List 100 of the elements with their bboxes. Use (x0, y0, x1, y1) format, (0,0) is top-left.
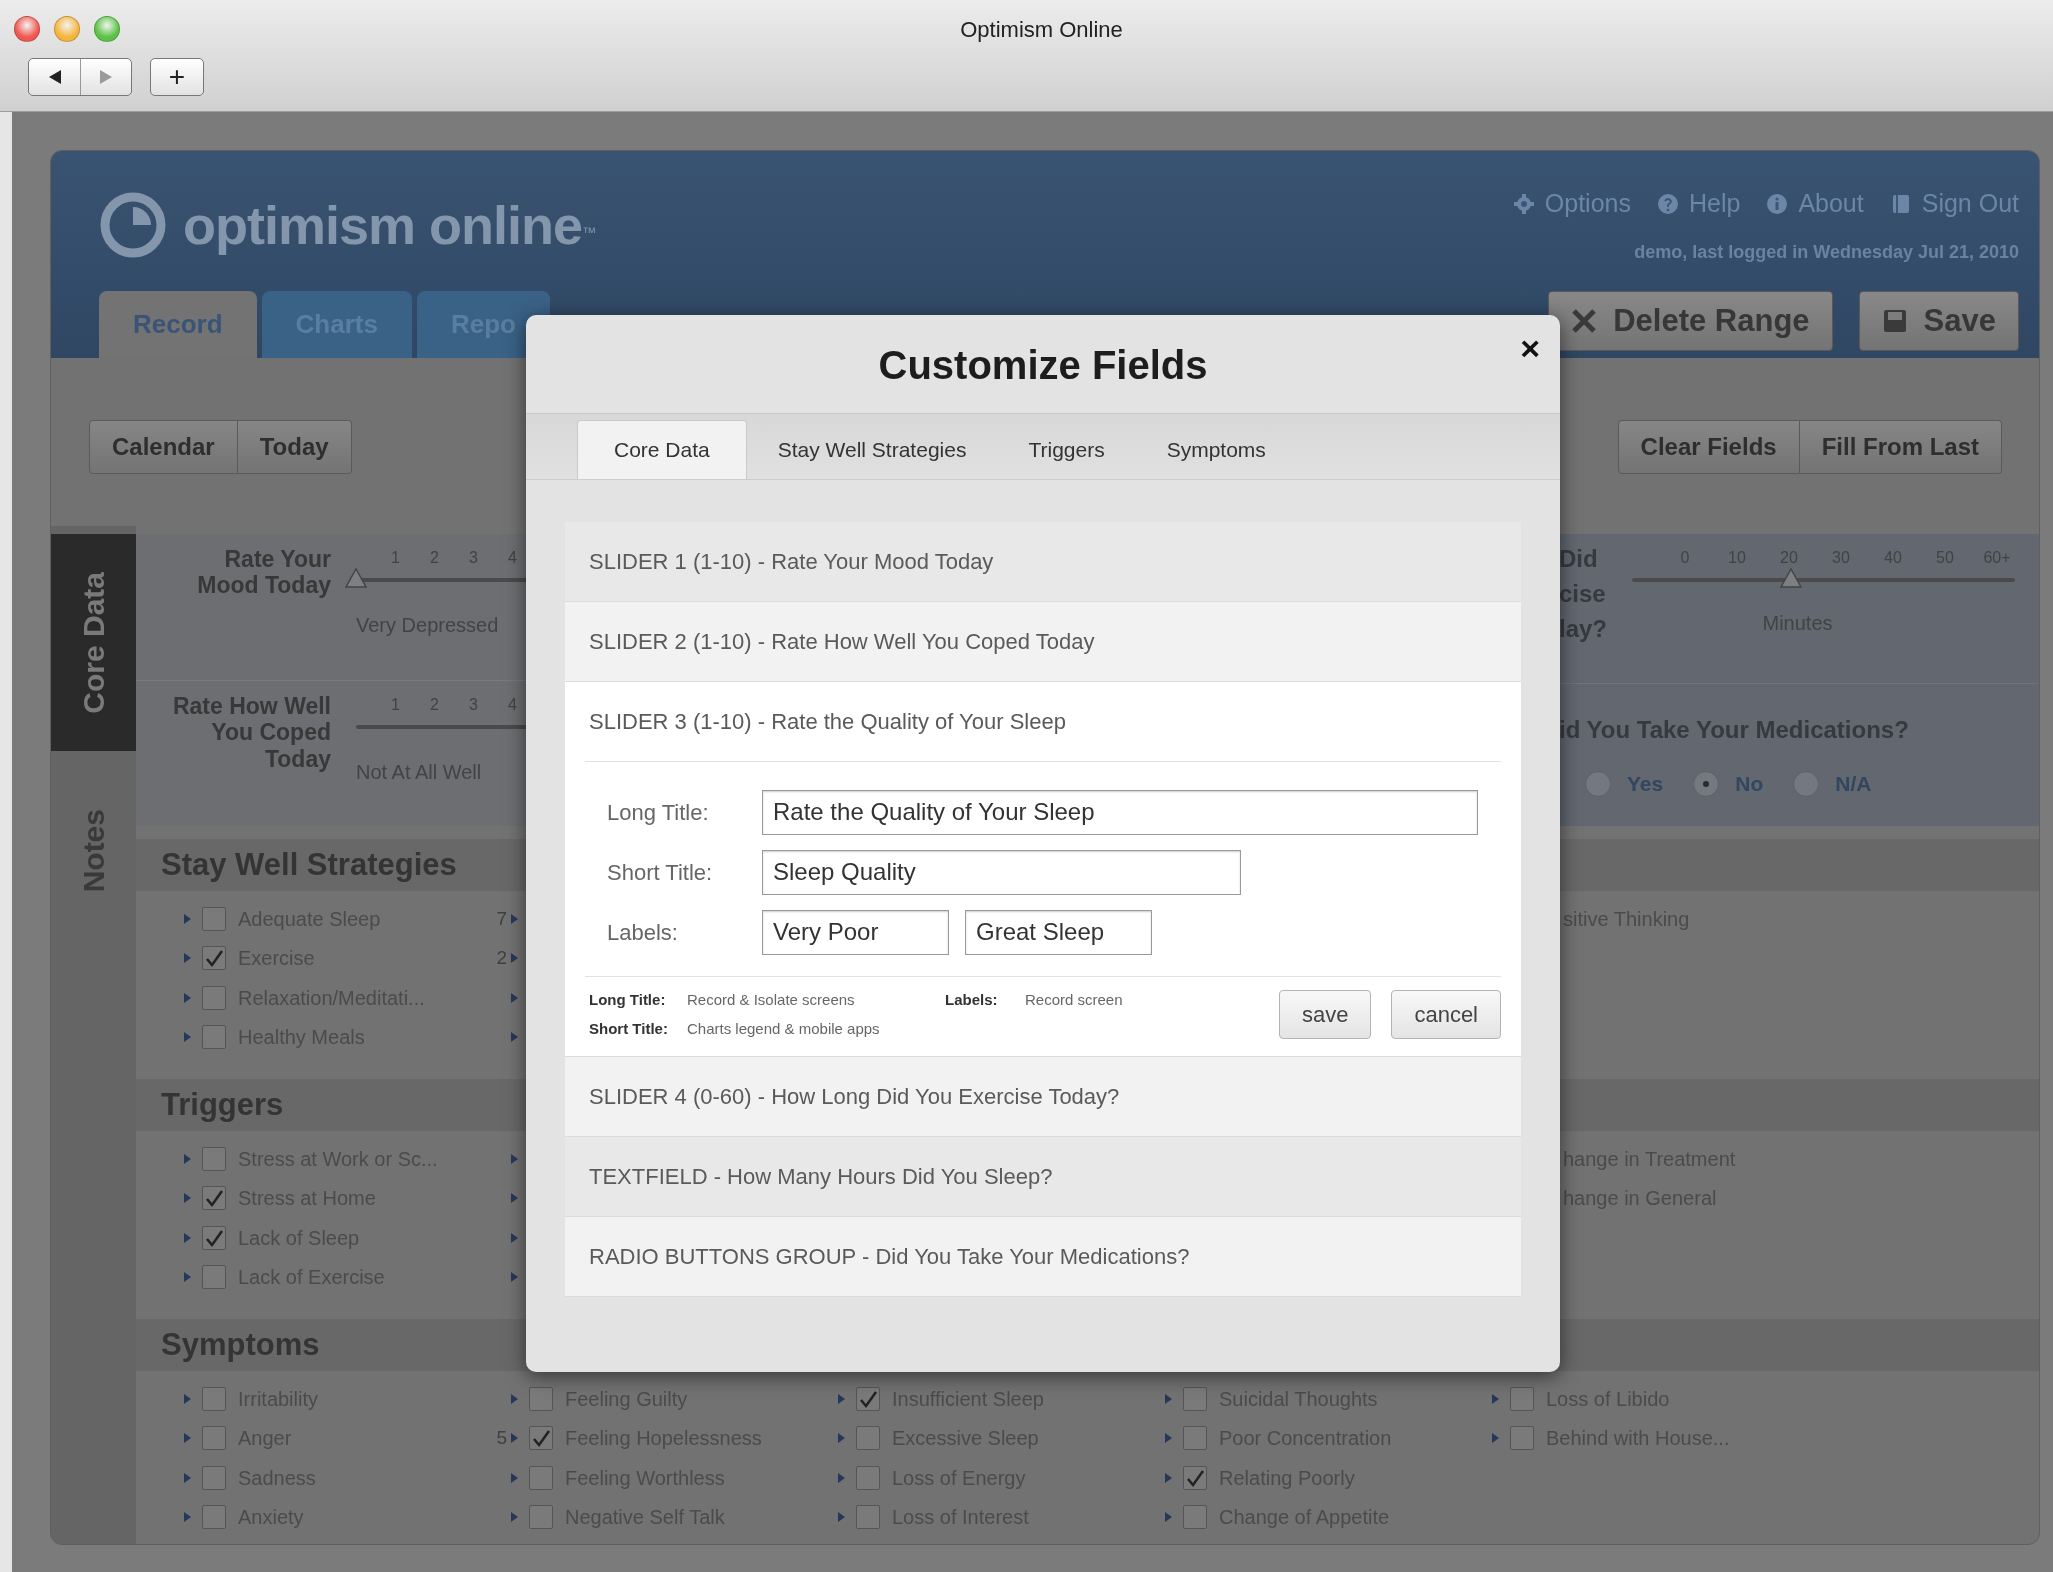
login-status: demo, last logged in Wednesday Jul 21, 2010 (1633, 240, 2019, 264)
checkbox[interactable] (202, 1225, 226, 1250)
cancel-button[interactable]: cancel (1391, 990, 1501, 1039)
caret-icon (510, 1271, 519, 1284)
toolbar-button[interactable]: Today (237, 420, 352, 474)
close-button[interactable] (14, 16, 40, 42)
caret-icon (510, 1231, 519, 1244)
toolbar-button[interactable]: Save (1858, 291, 2019, 351)
input-field[interactable]: Rate the Quality of Your Sleep (762, 789, 1478, 835)
dialog-tab[interactable]: Symptoms (1135, 420, 1297, 479)
toolbar-button[interactable]: Clear Fields (1617, 420, 1800, 474)
checkbox[interactable] (1510, 1386, 1534, 1411)
field-label: Rate Your Mood Today (196, 545, 331, 601)
checkbox[interactable] (202, 906, 226, 931)
caret-icon (183, 1271, 192, 1284)
note-term: Labels: (945, 990, 999, 1010)
radio-button[interactable] (1585, 770, 1611, 797)
radio-button[interactable] (1793, 770, 1820, 797)
caret-icon (837, 1432, 846, 1445)
checkbox[interactable] (202, 1265, 226, 1290)
check-icon (204, 1188, 224, 1209)
caret-icon (183, 1192, 192, 1205)
checkbox[interactable] (1183, 1505, 1207, 1530)
note-term: Short Title: (589, 1018, 669, 1039)
checkbox[interactable] (1183, 1426, 1207, 1451)
field-row[interactable]: TEXTFIELD - How Many Hours Did You Sleep? (565, 1137, 1521, 1216)
caret-icon (1164, 1392, 1173, 1405)
dialog-tab[interactable]: Core Data (577, 420, 747, 479)
caret-icon (183, 1152, 192, 1165)
minimize-button[interactable] (54, 16, 80, 42)
checkbox[interactable] (202, 1146, 226, 1171)
caret-icon (1491, 1392, 1500, 1405)
field-label: Rate How Well You Coped Today (171, 692, 331, 774)
input-field[interactable]: Sleep Quality (762, 849, 1241, 895)
note-text: Charts legend & mobile apps (687, 1018, 881, 1039)
window-title: Optimism Online (959, 15, 1124, 44)
slider-thumb[interactable] (1779, 568, 1802, 588)
caret-icon (183, 1471, 192, 1484)
forward-arrow-icon (99, 69, 113, 85)
note-term: Long Title: (589, 990, 667, 1010)
field-label: Labels: (607, 918, 679, 947)
field-row[interactable]: RADIO BUTTONS GROUP - Did You Take Your Medications? (565, 1217, 1521, 1296)
checkbox[interactable] (202, 1465, 226, 1490)
caret-icon (510, 912, 519, 925)
logo-icon (99, 191, 167, 259)
check-icon (204, 948, 224, 969)
note-text: Record screen (1025, 990, 1123, 1010)
field-row[interactable]: SLIDER 1 (1-10) - Rate Your Mood Today (565, 522, 1521, 601)
dialog-tab[interactable]: Stay Well Strategies (746, 420, 998, 479)
toolbar-button[interactable]: Fill From Last (1799, 420, 2002, 474)
checkbox[interactable] (202, 1386, 226, 1411)
zoom-button[interactable] (94, 16, 120, 42)
checkbox[interactable] (529, 1386, 553, 1411)
checkbox[interactable] (856, 1505, 880, 1530)
dialog-tab[interactable]: Triggers (997, 420, 1136, 479)
radio-button[interactable] (1693, 770, 1720, 797)
toolbar-button[interactable]: Calendar (89, 420, 238, 474)
input-field[interactable]: Very Poor (762, 909, 949, 955)
caret-icon (1164, 1511, 1173, 1524)
checkbox[interactable] (529, 1465, 553, 1490)
caret-icon (510, 1511, 519, 1524)
caret-icon (1164, 1432, 1173, 1445)
caret-icon (510, 1031, 519, 1044)
note-text: Record & Isolate screens (687, 990, 856, 1010)
caret-icon (510, 1192, 519, 1205)
checkbox[interactable] (202, 1186, 226, 1211)
checkbox[interactable] (1183, 1465, 1207, 1490)
caret-icon (837, 1511, 846, 1524)
checkbox[interactable] (529, 1505, 553, 1530)
field-label: Short Title: (607, 858, 714, 887)
toolbar-button[interactable]: Delete Range (1548, 291, 1833, 351)
checkbox[interactable] (856, 1465, 880, 1490)
caret-icon (183, 1392, 192, 1405)
side-tab[interactable]: Core Data (51, 534, 136, 751)
caret-icon (510, 1392, 519, 1405)
new-tab-button[interactable]: + (150, 58, 204, 96)
checkbox[interactable] (202, 1426, 226, 1451)
save-button[interactable]: save (1278, 990, 1372, 1039)
close-button[interactable]: × (1514, 323, 1546, 374)
caret-icon (183, 991, 192, 1004)
dialog-title: Customize Fields (878, 343, 1208, 387)
checkbox[interactable] (1183, 1386, 1207, 1411)
caret-icon (183, 952, 192, 965)
caret-icon (183, 1432, 192, 1445)
caret-icon (510, 952, 519, 965)
checkbox[interactable] (856, 1386, 880, 1411)
checkbox[interactable] (202, 985, 226, 1010)
checkbox[interactable] (202, 1505, 226, 1530)
field-label: Long Title: (607, 798, 710, 827)
checkbox[interactable] (856, 1426, 880, 1451)
input-field[interactable]: Great Sleep (965, 909, 1152, 955)
field-row[interactable]: SLIDER 4 (0-60) - How Long Did You Exercise Today? (565, 1057, 1521, 1136)
checkbox[interactable] (202, 1025, 226, 1050)
caret-icon (183, 1031, 192, 1044)
checkbox[interactable] (529, 1426, 553, 1451)
caret-icon (183, 912, 192, 925)
slider-thumb[interactable] (345, 568, 367, 588)
checkbox[interactable] (1510, 1426, 1534, 1451)
field-row[interactable]: SLIDER 2 (1-10) - Rate How Well You Coped Today (565, 602, 1521, 681)
checkbox[interactable] (202, 946, 226, 971)
